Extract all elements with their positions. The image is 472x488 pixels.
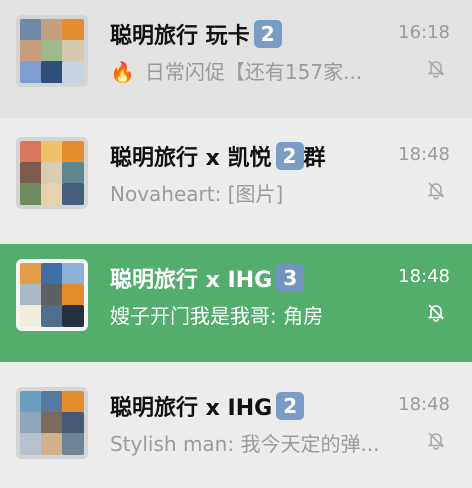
chat-time: 18:48: [398, 394, 450, 415]
bell-off-icon: [426, 58, 446, 78]
chat-preview-text: 日常闪促【还有157家...: [144, 60, 363, 84]
chat-title-text: 聪明旅行 x IHG: [110, 396, 273, 421]
chat-title: 聪明旅行 x IHG 3: [110, 264, 305, 298]
group-avatar: [16, 387, 88, 459]
chat-row[interactable]: 聪明旅行 玩卡 2 16:18 🔥 日常闪促【还有157家...: [0, 0, 472, 118]
bell-off-icon: [426, 302, 446, 322]
chat-title: 聪明旅行 x 凯悦 2 群: [110, 142, 326, 176]
unread-badge: 2: [275, 142, 304, 170]
unread-badge: 2: [276, 392, 305, 420]
unread-badge: 2: [253, 20, 282, 48]
chat-row-selected[interactable]: 聪明旅行 x IHG 3 18:48 嫂子开门我是我哥: 角房: [0, 244, 472, 362]
chat-time: 18:48: [398, 266, 450, 287]
chat-list: 聪明旅行 玩卡 2 16:18 🔥 日常闪促【还有157家... 聪明旅行 x …: [0, 0, 472, 488]
bell-off-icon: [426, 180, 446, 200]
bell-off-icon: [426, 430, 446, 450]
chat-preview: 嫂子开门我是我哥: 角房: [110, 304, 324, 328]
group-avatar: [16, 137, 88, 209]
chat-title-text: 聪明旅行 玩卡: [110, 24, 250, 49]
chat-title-text: 聪明旅行 x IHG: [110, 268, 273, 293]
chat-time: 16:18: [398, 22, 450, 43]
unread-badge: 3: [276, 264, 305, 292]
fire-icon: 🔥: [110, 60, 135, 84]
chat-time: 18:48: [398, 144, 450, 165]
chat-title-text: 聪明旅行 x 凯悦: [110, 146, 272, 171]
chat-preview: Novaheart: [图片]: [110, 182, 284, 206]
chat-preview: 🔥 日常闪促【还有157家...: [110, 58, 410, 86]
chat-preview: Stylish man: 我今天定的弹...: [110, 432, 380, 456]
chat-row[interactable]: 聪明旅行 x IHG 2 18:48 Stylish man: 我今天定的弹...: [0, 372, 472, 488]
chat-row[interactable]: 聪明旅行 x 凯悦 2 群 18:48 Novaheart: [图片]: [0, 122, 472, 240]
chat-title: 聪明旅行 x IHG 2: [110, 392, 305, 426]
chat-title-tail: 群: [303, 146, 326, 171]
chat-title: 聪明旅行 玩卡 2: [110, 20, 282, 54]
group-avatar: [16, 259, 88, 331]
group-avatar: [16, 15, 88, 87]
